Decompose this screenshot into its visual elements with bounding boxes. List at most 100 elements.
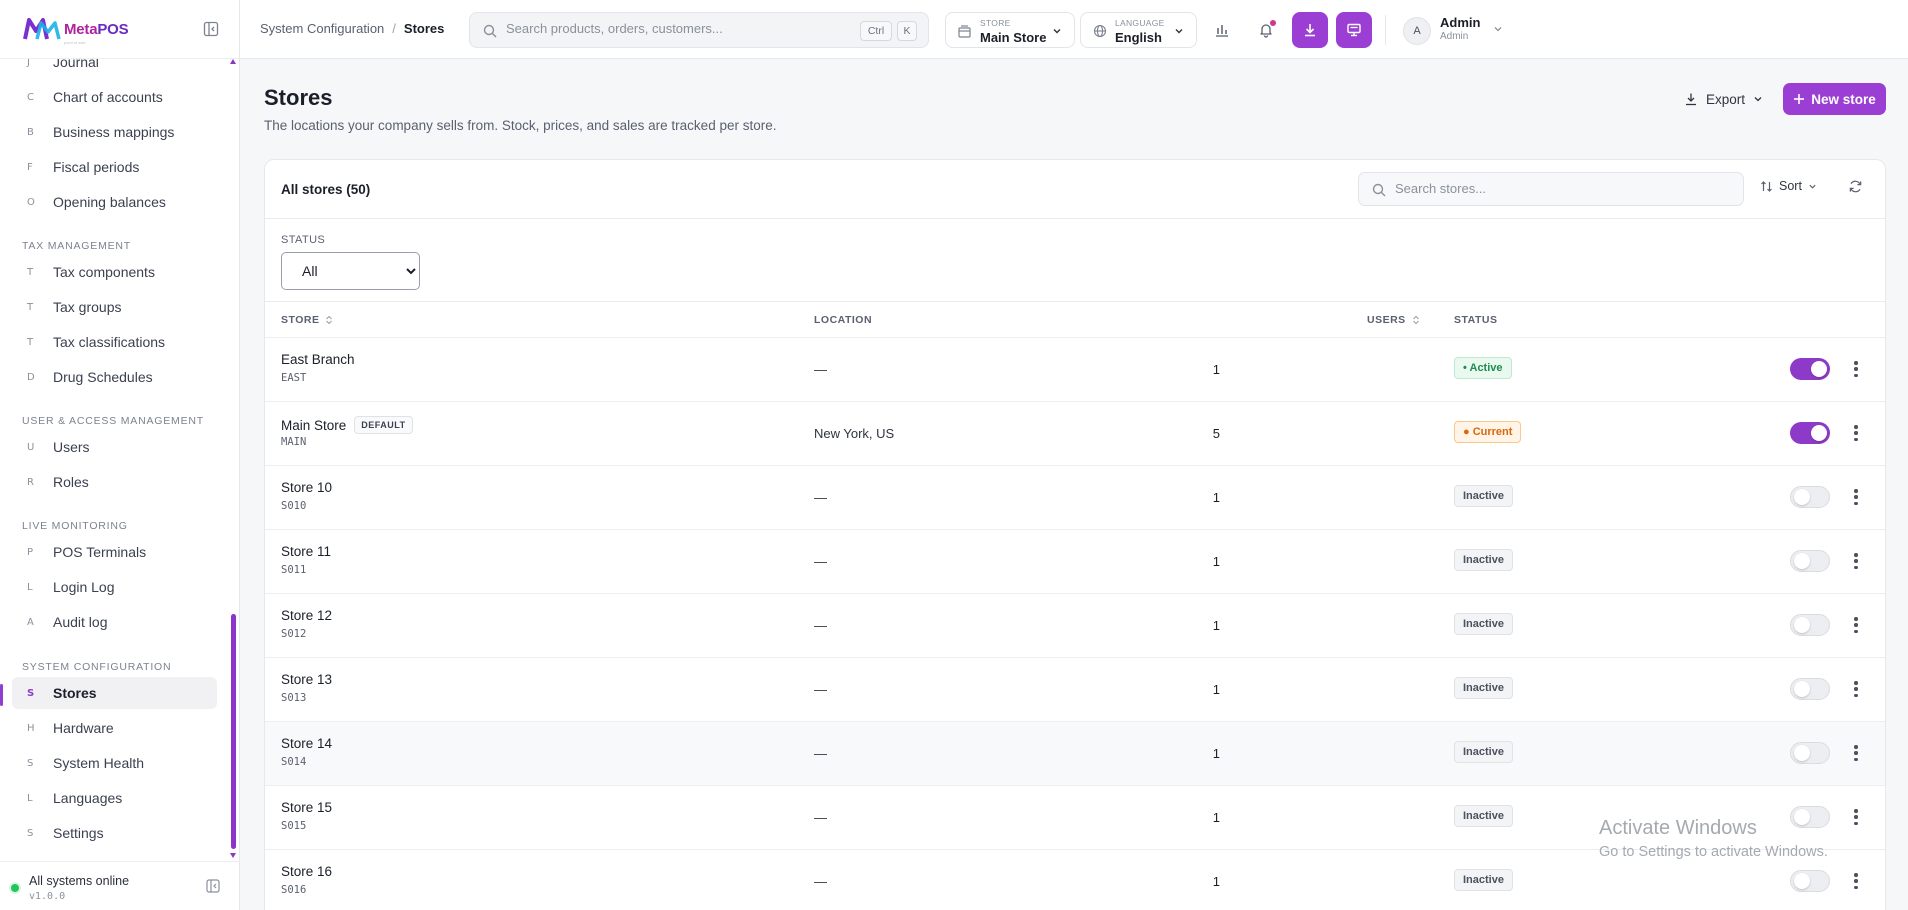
sidebar-item-journal[interactable]: J Journal	[12, 59, 217, 78]
column-header-store[interactable]: STORE	[281, 314, 333, 326]
globe-icon	[1093, 24, 1107, 38]
store-name: Store 11	[281, 544, 331, 559]
user-name[interactable]: Admin	[1440, 15, 1480, 30]
user-role: Admin	[1440, 31, 1469, 42]
status-badge: Inactive	[1454, 677, 1513, 699]
sidebar-item-tax-classifications[interactable]: T Tax classifications	[12, 326, 217, 358]
sidebar-item-tax-components[interactable]: T Tax components	[12, 256, 217, 288]
chevron-down-icon	[1809, 184, 1816, 189]
avatar[interactable]: A	[1403, 17, 1431, 45]
store-enabled-toggle[interactable]	[1790, 742, 1830, 764]
sidebar-item-users[interactable]: U Users	[12, 431, 217, 463]
store-location: New York, US	[814, 426, 895, 441]
section-tax-management: Tax Management	[22, 240, 132, 252]
nav-letter: L	[27, 581, 33, 593]
sidebar-item-opening-balances[interactable]: O Opening balances	[12, 186, 217, 218]
global-search-input[interactable]	[506, 21, 836, 36]
download-icon	[1686, 93, 1696, 106]
nav-label: Hardware	[53, 720, 114, 736]
breadcrumb-parent[interactable]: System Configuration	[260, 21, 384, 36]
sidebar-scrollbar[interactable]	[231, 614, 236, 849]
refresh-icon[interactable]	[1848, 179, 1863, 194]
store-enabled-toggle[interactable]	[1790, 614, 1830, 636]
windows-activation-watermark: Activate Windows Go to Settings to activ…	[1599, 817, 1828, 860]
store-enabled-toggle[interactable]	[1790, 678, 1830, 700]
sidebar-item-hardware[interactable]: H Hardware	[12, 712, 217, 744]
sidebar-item-drug-schedules[interactable]: D Drug Schedules	[12, 361, 217, 393]
nav-label: Stores	[53, 685, 97, 701]
nav-label: Settings	[53, 825, 104, 841]
table-row[interactable]: Store 14 S014 — 1 Inactive	[265, 721, 1885, 785]
collapse-sidebar-icon[interactable]	[206, 879, 220, 893]
sidebar-item-stores[interactable]: S Stores	[12, 677, 217, 709]
sidebar-item-audit-log[interactable]: A Audit log	[12, 606, 217, 638]
scroll-up-arrow[interactable]	[230, 59, 236, 64]
sidebar-item-pos-terminals[interactable]: P POS Terminals	[12, 536, 217, 568]
language-selector[interactable]: LANGUAGE English	[1080, 12, 1197, 48]
store-name-text: Store 10	[281, 480, 333, 495]
bar-chart-icon	[1216, 25, 1228, 37]
notifications-button[interactable]	[1248, 12, 1284, 48]
store-icon	[958, 25, 971, 38]
table-row[interactable]: Store 10 S010 — 1 Inactive	[265, 465, 1885, 529]
store-users: 1	[1212, 490, 1220, 505]
store-enabled-toggle[interactable]	[1790, 870, 1830, 892]
store-name: Store 15	[281, 800, 332, 815]
scroll-down-arrow[interactable]	[230, 853, 236, 858]
table-row[interactable]: Store 12 S012 — 1 Inactive	[265, 593, 1885, 657]
section-live-monitoring: Live Monitoring	[22, 520, 128, 532]
sidebar-item-roles[interactable]: R Roles	[12, 466, 217, 498]
download-button[interactable]	[1292, 12, 1328, 48]
table-row[interactable]: Store 11 S011 — 1 Inactive	[265, 529, 1885, 593]
toggle-knob	[1811, 425, 1827, 441]
table-row[interactable]: Store 13 S013 — 1 Inactive	[265, 657, 1885, 721]
store-enabled-toggle[interactable]	[1790, 358, 1830, 380]
store-enabled-toggle[interactable]	[1790, 486, 1830, 508]
reports-button[interactable]	[1204, 12, 1240, 48]
row-menu-icon[interactable]	[1850, 679, 1862, 699]
sidebar-item-languages[interactable]: L Languages	[12, 782, 217, 814]
chevron-down-icon[interactable]	[1493, 24, 1503, 34]
store-search-input[interactable]	[1395, 181, 1715, 196]
row-menu-icon[interactable]	[1850, 423, 1862, 443]
table-row[interactable]: Main Store DEFAULT MAIN New York, US 5 ● …	[265, 401, 1885, 465]
row-menu-icon[interactable]	[1850, 807, 1862, 827]
export-button[interactable]: Export	[1680, 84, 1767, 114]
status-filter-select[interactable]: All	[281, 252, 420, 290]
row-menu-icon[interactable]	[1850, 615, 1862, 635]
global-search[interactable]: Ctrl K	[469, 12, 929, 48]
nav-label: Languages	[53, 790, 123, 806]
store-search[interactable]	[1358, 172, 1744, 206]
sidebar-item-system-health[interactable]: S System Health	[12, 747, 217, 779]
new-store-button[interactable]: New store	[1783, 83, 1886, 115]
sidebar-item-login-log[interactable]: L Login Log	[12, 571, 217, 603]
sidebar-item-settings[interactable]: S Settings	[12, 817, 217, 849]
row-menu-icon[interactable]	[1850, 743, 1862, 763]
row-menu-icon[interactable]	[1850, 359, 1862, 379]
store-enabled-toggle[interactable]	[1790, 422, 1830, 444]
watermark-subtitle: Go to Settings to activate Windows.	[1599, 844, 1828, 860]
sort-button[interactable]: Sort	[1760, 179, 1817, 193]
store-enabled-toggle[interactable]	[1790, 550, 1830, 572]
sidebar-item-chart-of-accounts[interactable]: C Chart of accounts	[12, 81, 217, 113]
status-badge: Inactive	[1454, 549, 1513, 571]
store-users: 1	[1212, 810, 1220, 825]
status-badge: Inactive	[1454, 613, 1513, 635]
sidebar-item-tax-groups[interactable]: T Tax groups	[12, 291, 217, 323]
store-selector[interactable]: STORE Main Store	[945, 12, 1075, 48]
sidebar-collapse-icon[interactable]	[203, 21, 219, 37]
sidebar-item-business-mappings[interactable]: B Business mappings	[12, 116, 217, 148]
table-row[interactable]: East Branch EAST — 1 • Active	[265, 337, 1885, 401]
logo-tagline: point of sale	[64, 40, 86, 45]
row-menu-icon[interactable]	[1850, 871, 1862, 891]
column-header-users[interactable]: USERS	[1367, 314, 1420, 326]
default-badge: DEFAULT	[354, 416, 413, 434]
nav-letter: U	[27, 441, 35, 453]
toggle-knob	[1794, 873, 1810, 889]
sidebar-item-fiscal-periods[interactable]: F Fiscal periods	[12, 151, 217, 183]
section-system-configuration: System Configuration	[22, 661, 172, 673]
logo[interactable]: MetaPOS	[22, 15, 129, 43]
row-menu-icon[interactable]	[1850, 487, 1862, 507]
pos-terminal-button[interactable]	[1336, 12, 1372, 48]
row-menu-icon[interactable]	[1850, 551, 1862, 571]
